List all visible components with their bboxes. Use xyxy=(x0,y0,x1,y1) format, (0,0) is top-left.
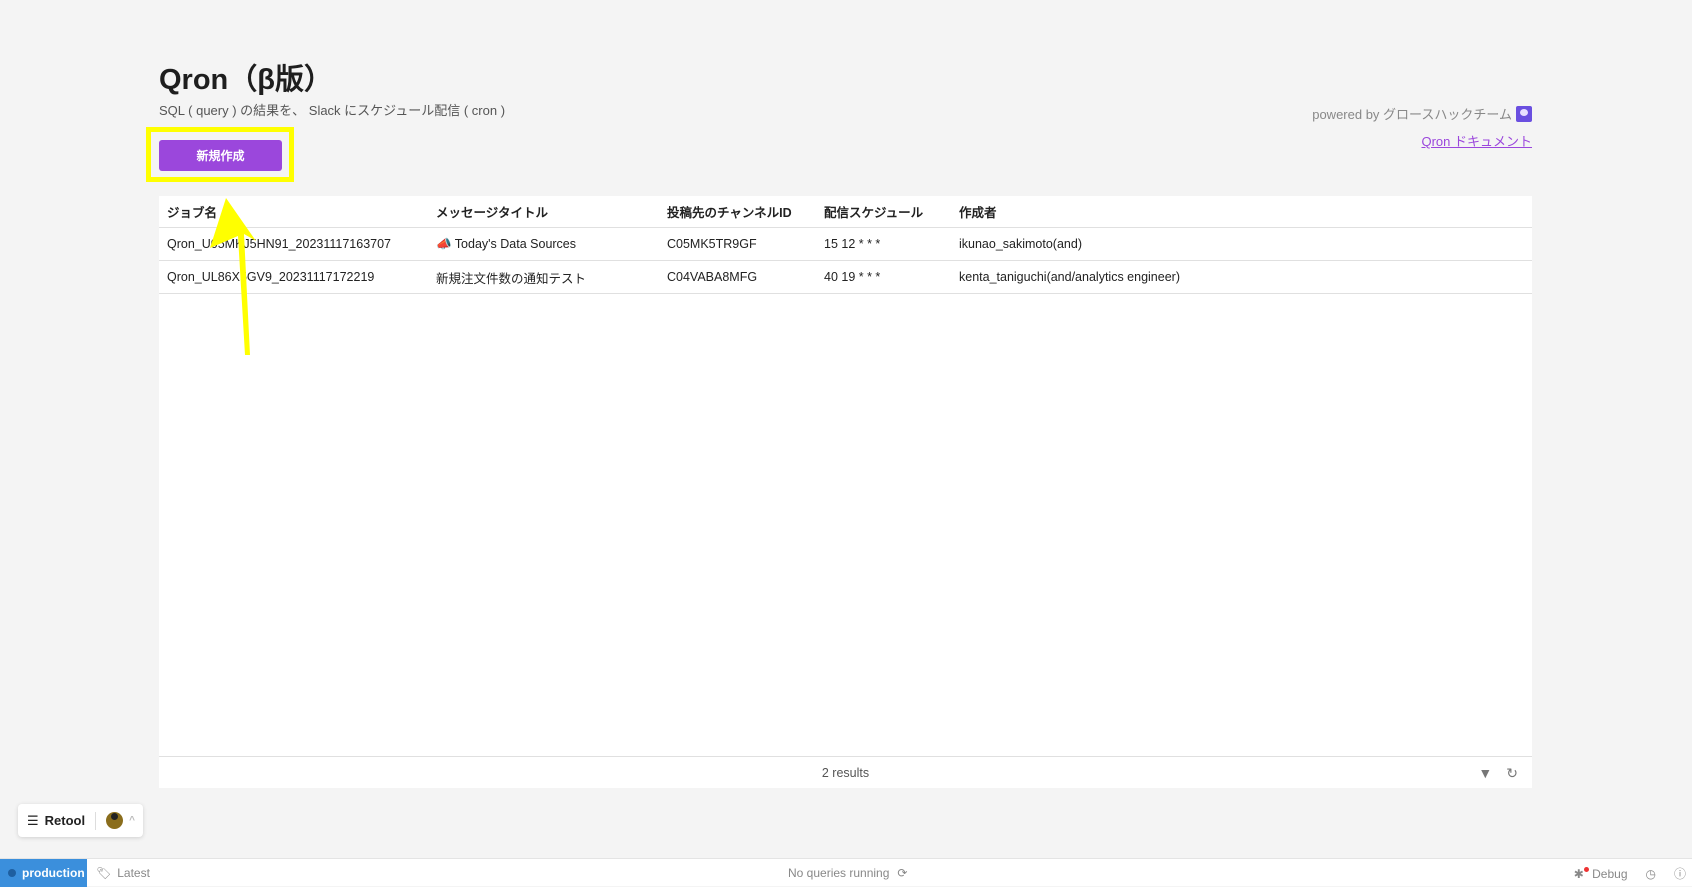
cell-channel-id: C05MK5TR9GF xyxy=(667,237,757,251)
col-author[interactable]: 作成者 xyxy=(959,202,997,221)
retool-widget[interactable]: ☰ Retool ^ xyxy=(18,804,143,837)
docs-link[interactable]: Qron ドキュメント xyxy=(1421,131,1532,150)
tag-icon: 🏷 xyxy=(96,866,112,880)
col-job-name[interactable]: ジョブ名 xyxy=(167,202,217,221)
help-icon[interactable]: ⓘ xyxy=(1674,865,1686,882)
queries-status: No queries running ⟳ xyxy=(788,866,907,880)
cell-schedule: 15 12 * * * xyxy=(824,237,881,251)
version-tag[interactable]: 🏷 Latest xyxy=(96,866,150,880)
table-footer: 2 results ▼ ↻ xyxy=(159,756,1532,788)
env-badge[interactable]: production xyxy=(0,859,87,887)
queries-label: No queries running xyxy=(788,866,890,880)
results-count: 2 results xyxy=(821,765,870,780)
jobs-table: ジョブ名 メッセージタイトル 投稿先のチャンネルID 配信スケジュール 作成者 … xyxy=(159,196,1532,788)
cell-message-title: 新規注文件数の通知テスト xyxy=(436,271,587,286)
table-row[interactable]: Qron_U05MKJ5HN91_20231117163707 📣 Today'… xyxy=(159,228,1532,261)
debug-button[interactable]: ✱ Debug xyxy=(1574,866,1628,881)
debug-label: Debug xyxy=(1592,866,1628,881)
col-message-title[interactable]: メッセージタイトル xyxy=(436,202,548,221)
cell-job-name: Qron_U05MKJ5HN91_20231117163707 xyxy=(167,237,392,251)
powered-by: powered by グロースハックチーム xyxy=(1312,104,1532,123)
filter-icon[interactable]: ▼ xyxy=(1478,765,1492,782)
status-bar: production 🏷 Latest No queries running ⟳ ✱… xyxy=(0,858,1692,887)
bug-icon: ✱ xyxy=(1574,866,1589,881)
cell-channel-id: C04VABA8MFG xyxy=(667,270,758,284)
page-title: Qron（β版） xyxy=(159,64,333,96)
history-icon[interactable]: ◷ xyxy=(1646,867,1656,881)
chevron-up-icon[interactable]: ^ xyxy=(129,815,135,826)
powered-by-text: powered by グロースハックチーム xyxy=(1312,107,1512,122)
retool-logo-icon: ☰ xyxy=(27,812,39,828)
env-dot-icon xyxy=(8,869,16,877)
cell-schedule: 40 19 * * * xyxy=(824,270,881,284)
version-label: Latest xyxy=(117,866,150,880)
col-schedule[interactable]: 配信スケジュール xyxy=(824,202,923,221)
cell-job-name: Qron_UL86X5GV9_20231117172219 xyxy=(167,270,375,284)
table-header: ジョブ名 メッセージタイトル 投稿先のチャンネルID 配信スケジュール 作成者 xyxy=(159,196,1532,228)
retool-label: Retool xyxy=(44,813,86,828)
env-label: production xyxy=(22,866,85,880)
sync-icon: ⟳ xyxy=(897,866,908,880)
cell-message-title: 📣 Today's Data Sources xyxy=(436,236,577,251)
divider xyxy=(95,811,97,830)
cell-author: kenta_taniguchi(and/analytics engineer) xyxy=(959,270,1180,284)
refresh-icon[interactable]: ↻ xyxy=(1506,765,1518,782)
page-subtitle: SQL ( query ) の結果を、 Slack にスケジュール配信 ( cr… xyxy=(159,103,506,118)
avatar[interactable] xyxy=(106,812,124,829)
cell-author: ikunao_sakimoto(and) xyxy=(959,237,1082,251)
new-job-button[interactable]: 新規作成 xyxy=(159,140,282,171)
team-logo-icon xyxy=(1516,105,1532,122)
col-channel-id[interactable]: 投稿先のチャンネルID xyxy=(667,202,792,221)
table-row[interactable]: Qron_UL86X5GV9_20231117172219 新規注文件数の通知テ… xyxy=(159,261,1532,294)
